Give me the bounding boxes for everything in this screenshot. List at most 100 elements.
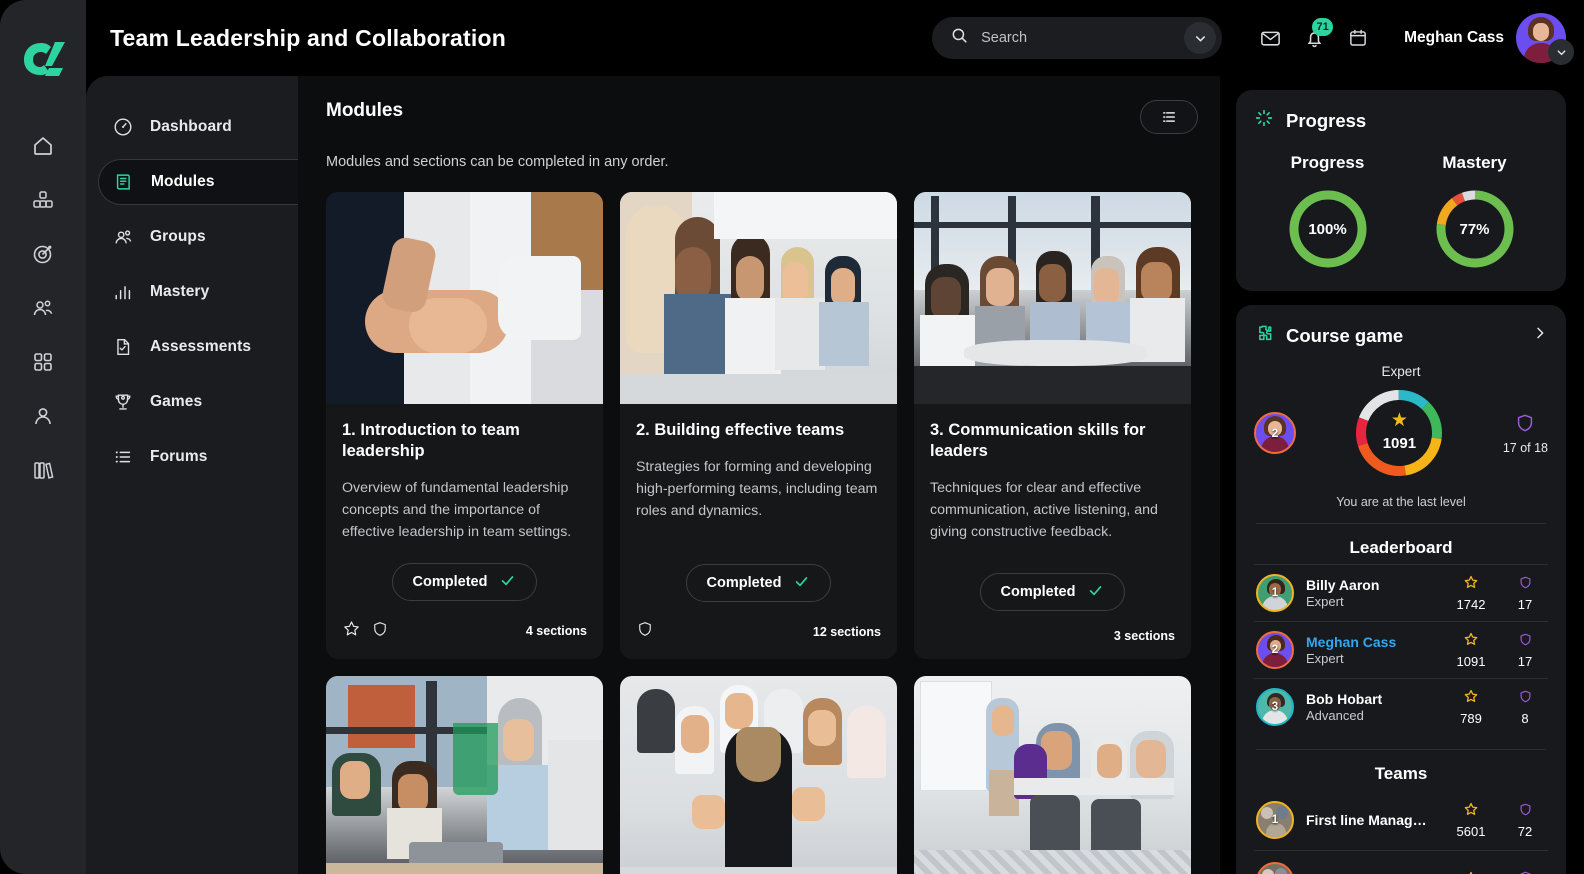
leaderboard-level: Advanced — [1306, 708, 1364, 723]
progress-donuts: Progress 100% Mastery 77% — [1254, 153, 1548, 271]
user-chevron-down-icon[interactable] — [1548, 39, 1574, 65]
module-card[interactable] — [326, 676, 603, 874]
module-card-title: 2. Building effective teams — [636, 421, 845, 439]
course-game-panel: Course game Expert 2 ★ 1091 17 of 18 You… — [1236, 305, 1566, 874]
calendar-icon[interactable] — [1339, 19, 1377, 57]
list-view-toggle-button[interactable] — [1140, 100, 1198, 134]
check-icon — [793, 573, 810, 594]
module-sections-count: 3 sections — [1113, 629, 1175, 644]
leaderboard-title: Leaderboard — [1349, 538, 1453, 557]
search-icon — [950, 26, 969, 50]
puzzle-icon — [1254, 323, 1274, 348]
team-avatar: 1 — [1256, 801, 1294, 839]
right-panel: Progress Progress 100% Mastery 77% Cours… — [1228, 76, 1584, 874]
module-status-label: Completed — [412, 574, 488, 591]
sidebar-item-dashboard[interactable]: Dashboard — [98, 104, 286, 150]
leaderboard-points: 1742 — [1450, 574, 1492, 612]
progress-icon — [1254, 108, 1274, 133]
sidebar-item-mastery[interactable]: Mastery — [98, 269, 286, 315]
module-card[interactable] — [620, 676, 897, 874]
shield-icon[interactable] — [636, 620, 654, 643]
mastery-metric-value: 77% — [1459, 220, 1490, 238]
sidebar-item-label: Assessments — [150, 338, 252, 355]
module-card-description: Techniques for clear and effective commu… — [930, 480, 1158, 540]
search-input[interactable] — [981, 30, 1173, 46]
module-status-button[interactable]: Completed — [979, 573, 1126, 612]
leaderboard-points-value: 1742 — [1456, 597, 1486, 612]
rail-item-library[interactable] — [21, 448, 65, 492]
leaderboard-info: Meghan Cass Expert — [1306, 634, 1438, 666]
sidebar-item-label: Mastery — [150, 283, 210, 300]
course-game-header: Course game — [1254, 323, 1548, 348]
leaderboard-badges: 8 — [1504, 689, 1546, 726]
rail-item-people[interactable] — [21, 286, 65, 330]
course-game-badge-count: 17 of 18 — [1502, 440, 1548, 455]
user-menu[interactable] — [1516, 13, 1574, 65]
rail-item-target[interactable] — [21, 232, 65, 276]
shield-icon — [1504, 802, 1546, 821]
search-bar[interactable] — [932, 17, 1223, 59]
shield-icon — [1504, 575, 1546, 594]
module-card[interactable] — [914, 676, 1191, 874]
leaderboard-badges-value: 17 — [1517, 596, 1533, 612]
sidebar-item-modules[interactable]: Modules — [98, 159, 306, 205]
module-card[interactable]: 1. Introduction to team leadership Overv… — [326, 192, 603, 660]
team-row[interactable] — [1254, 850, 1548, 874]
leaderboard-name: Bob Hobart — [1306, 691, 1383, 707]
shield-icon[interactable] — [371, 620, 389, 643]
module-card-footer: 12 sections — [620, 602, 897, 659]
module-status-label: Completed — [1000, 584, 1076, 601]
check-icon — [499, 572, 516, 593]
module-card-body: 1. Introduction to team leadership Overv… — [326, 404, 603, 602]
rail-item-apps[interactable] — [21, 340, 65, 384]
handshake-photo — [326, 192, 603, 404]
sidebar-item-label: Dashboard — [150, 118, 232, 135]
notifications-bell-icon[interactable]: 71 — [1295, 18, 1334, 57]
boardroom-photo — [914, 192, 1191, 404]
leaderboard-badges: 17 — [1504, 632, 1546, 669]
module-status-button[interactable]: Completed — [391, 563, 538, 602]
sidebar-item-assessments[interactable]: Assessments — [98, 324, 286, 370]
chevron-right-icon[interactable] — [1532, 325, 1548, 346]
team-badges-value: 72 — [1517, 823, 1533, 839]
rail-item-blocks[interactable] — [21, 178, 65, 222]
team-meeting-photo — [620, 192, 897, 404]
user-name: Meghan Cass — [1404, 29, 1504, 46]
leaderboard-row[interactable]: 2 Meghan Cass Expert 1091 17 — [1254, 621, 1548, 678]
mastery-metric-label: Mastery — [1442, 153, 1507, 172]
course-game-stats: 2 ★ 1091 17 of 18 — [1254, 385, 1548, 481]
mastery-donut: 77% — [1433, 187, 1517, 271]
team-rank: 1 — [1271, 814, 1279, 826]
rail-item-profile[interactable] — [21, 394, 65, 438]
search-chevron-down-icon[interactable] — [1184, 22, 1217, 54]
mail-icon[interactable] — [1251, 19, 1289, 57]
leaderboard-row[interactable]: 1 Billy Aaron Expert 1742 17 — [1254, 564, 1548, 621]
notification-badge: 71 — [1312, 18, 1334, 36]
leaderboard-level: Expert — [1306, 651, 1344, 666]
course-game-note: You are at the last level — [1336, 495, 1466, 509]
shield-icon — [1504, 689, 1546, 708]
sidebar-item-groups[interactable]: Groups — [98, 214, 286, 260]
cl-logo[interactable] — [19, 36, 67, 80]
course-game-avatar: 2 — [1254, 412, 1296, 454]
team-row[interactable]: 1 First line Manag… 5601 72 — [1254, 790, 1548, 850]
applause-presentation-photo — [620, 676, 897, 874]
modules-subtitle: Modules and sections can be completed in… — [326, 154, 669, 170]
top-bar: Team Leadership and Collaboration Search… — [86, 0, 1584, 76]
progress-metric: Progress 100% — [1286, 153, 1370, 271]
leaderboard-name: Meghan Cass — [1306, 634, 1397, 650]
star-icon[interactable] — [342, 619, 361, 643]
rail-item-home[interactable] — [21, 124, 65, 168]
leaderboard-row[interactable]: 3 Bob Hobart Advanced 789 8 — [1254, 678, 1548, 735]
team-points: 5601 — [1450, 801, 1492, 839]
module-status-button[interactable]: Completed — [685, 564, 832, 603]
sidebar-item-games[interactable]: Games — [98, 379, 286, 425]
modules-grid-row2 — [326, 676, 1198, 874]
star-icon — [1450, 801, 1492, 821]
module-card[interactable]: 2. Building effective teams Strategies f… — [620, 192, 897, 660]
module-card[interactable]: 3. Communication skills for leaders Tech… — [914, 192, 1191, 660]
leaderboard-info: Billy Aaron Expert — [1306, 577, 1438, 609]
leaderboard-badges-value: 8 — [1521, 710, 1529, 726]
sidebar-item-forums[interactable]: Forums — [98, 434, 286, 480]
course-game-rank: 2 — [1271, 426, 1279, 440]
